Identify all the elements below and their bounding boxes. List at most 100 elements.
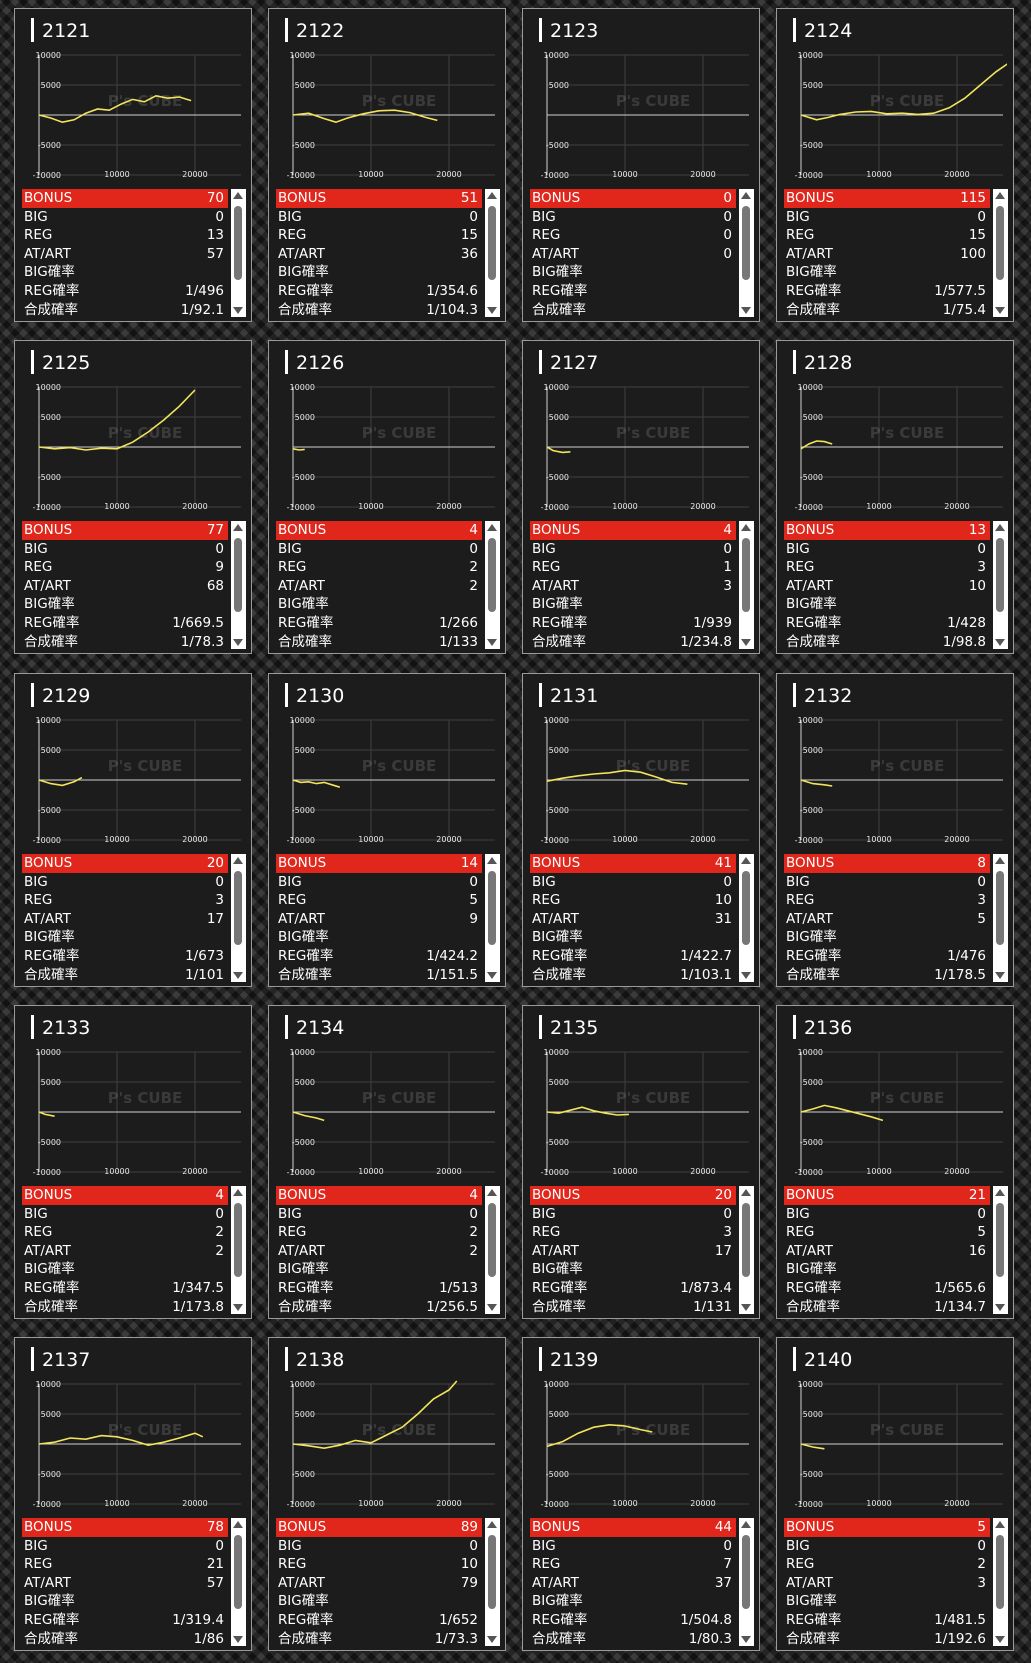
scroll-up-arrow-icon[interactable] — [741, 192, 751, 199]
scroll-up-arrow-icon[interactable] — [233, 524, 243, 531]
machine-card[interactable]: 2135 10000 5000 -5000 -10000 10000 20000 P's CU… — [522, 1005, 760, 1319]
stats-scrollbar[interactable] — [993, 1186, 1008, 1314]
stats-scrollbar[interactable] — [739, 189, 754, 317]
scroll-thumb[interactable] — [488, 1203, 496, 1277]
scroll-down-arrow-icon[interactable] — [233, 1636, 243, 1643]
scroll-thumb[interactable] — [996, 1203, 1004, 1277]
machine-card[interactable]: 2122 10000 5000 -5000 -10000 10000 20000 P's CU… — [268, 8, 506, 322]
machine-card[interactable]: 2128 10000 5000 -5000 -10000 10000 20000 P's CU… — [776, 340, 1014, 654]
scroll-thumb[interactable] — [742, 1535, 750, 1609]
scroll-thumb[interactable] — [234, 1203, 242, 1277]
scroll-thumb[interactable] — [488, 1535, 496, 1609]
scroll-up-arrow-icon[interactable] — [233, 1521, 243, 1528]
stats-scrollbar[interactable] — [739, 1518, 754, 1646]
scroll-thumb[interactable] — [996, 538, 1004, 612]
scroll-thumb[interactable] — [742, 206, 750, 280]
machine-card[interactable]: 2126 10000 5000 -5000 -10000 10000 20000 P's CU… — [268, 340, 506, 654]
scroll-up-arrow-icon[interactable] — [995, 857, 1005, 864]
scroll-down-arrow-icon[interactable] — [233, 1304, 243, 1311]
scroll-down-arrow-icon[interactable] — [995, 1636, 1005, 1643]
scroll-down-arrow-icon[interactable] — [233, 972, 243, 979]
stats-scrollbar[interactable] — [231, 521, 246, 649]
stats-scrollbar[interactable] — [485, 1518, 500, 1646]
scroll-thumb[interactable] — [742, 1203, 750, 1277]
scroll-down-arrow-icon[interactable] — [995, 639, 1005, 646]
machine-card[interactable]: 2127 10000 5000 -5000 -10000 10000 20000 P's CU… — [522, 340, 760, 654]
scroll-up-arrow-icon[interactable] — [995, 524, 1005, 531]
scroll-down-arrow-icon[interactable] — [487, 1304, 497, 1311]
scroll-up-arrow-icon[interactable] — [487, 857, 497, 864]
scroll-up-arrow-icon[interactable] — [233, 1189, 243, 1196]
scroll-thumb[interactable] — [996, 871, 1004, 945]
stats-scrollbar[interactable] — [485, 521, 500, 649]
machine-card[interactable]: 2129 10000 5000 -5000 -10000 10000 20000 P's CU… — [14, 673, 252, 987]
scroll-up-arrow-icon[interactable] — [233, 857, 243, 864]
scroll-down-arrow-icon[interactable] — [741, 1636, 751, 1643]
scroll-up-arrow-icon[interactable] — [487, 1189, 497, 1196]
machine-card[interactable]: 2139 10000 5000 -5000 -10000 10000 20000 P's CU… — [522, 1337, 760, 1651]
machine-card[interactable]: 2133 10000 5000 -5000 -10000 10000 20000 P's CU… — [14, 1005, 252, 1319]
machine-card[interactable]: 2125 10000 5000 -5000 -10000 10000 20000 P's CU… — [14, 340, 252, 654]
scroll-thumb[interactable] — [996, 206, 1004, 280]
machine-card[interactable]: 2132 10000 5000 -5000 -10000 10000 20000 P's CU… — [776, 673, 1014, 987]
stats-scrollbar[interactable] — [739, 854, 754, 982]
scroll-up-arrow-icon[interactable] — [995, 192, 1005, 199]
scroll-thumb[interactable] — [488, 206, 496, 280]
scroll-thumb[interactable] — [488, 538, 496, 612]
stats-scrollbar[interactable] — [993, 189, 1008, 317]
scroll-thumb[interactable] — [234, 1535, 242, 1609]
stats-scrollbar[interactable] — [231, 1518, 246, 1646]
machine-card[interactable]: 2131 10000 5000 -5000 -10000 10000 20000 P's CU… — [522, 673, 760, 987]
stats-scrollbar[interactable] — [231, 1186, 246, 1314]
scroll-down-arrow-icon[interactable] — [741, 307, 751, 314]
scroll-thumb[interactable] — [742, 538, 750, 612]
scroll-up-arrow-icon[interactable] — [741, 1521, 751, 1528]
scroll-up-arrow-icon[interactable] — [487, 524, 497, 531]
machine-card[interactable]: 2136 10000 5000 -5000 -10000 10000 20000 P's CU… — [776, 1005, 1014, 1319]
scroll-up-arrow-icon[interactable] — [741, 857, 751, 864]
stats-scrollbar[interactable] — [231, 854, 246, 982]
machine-card[interactable]: 2130 10000 5000 -5000 -10000 10000 20000 P's CU… — [268, 673, 506, 987]
stats-scrollbar[interactable] — [485, 854, 500, 982]
scroll-up-arrow-icon[interactable] — [741, 1189, 751, 1196]
scroll-down-arrow-icon[interactable] — [487, 307, 497, 314]
machine-card[interactable]: 2140 10000 5000 -5000 -10000 10000 20000 P's CU… — [776, 1337, 1014, 1651]
machine-card[interactable]: 2137 10000 5000 -5000 -10000 10000 20000 P's CU… — [14, 1337, 252, 1651]
machine-card[interactable]: 2134 10000 5000 -5000 -10000 10000 20000 P's CU… — [268, 1005, 506, 1319]
scroll-down-arrow-icon[interactable] — [995, 972, 1005, 979]
scroll-up-arrow-icon[interactable] — [487, 1521, 497, 1528]
machine-card[interactable]: 2123 10000 5000 -5000 -10000 10000 20000 P's CU… — [522, 8, 760, 322]
stats-scrollbar[interactable] — [739, 1186, 754, 1314]
scroll-down-arrow-icon[interactable] — [995, 307, 1005, 314]
scroll-down-arrow-icon[interactable] — [741, 639, 751, 646]
scroll-down-arrow-icon[interactable] — [487, 639, 497, 646]
scroll-thumb[interactable] — [234, 871, 242, 945]
scroll-up-arrow-icon[interactable] — [487, 192, 497, 199]
scroll-down-arrow-icon[interactable] — [741, 1304, 751, 1311]
scroll-up-arrow-icon[interactable] — [741, 524, 751, 531]
scroll-down-arrow-icon[interactable] — [487, 1636, 497, 1643]
machine-card[interactable]: 2124 10000 5000 -5000 -10000 10000 20000 P's CU… — [776, 8, 1014, 322]
machine-card[interactable]: 2121 10000 5000 -5000 -10000 10000 20000 P's CU… — [14, 8, 252, 322]
stats-scrollbar[interactable] — [231, 189, 246, 317]
scroll-down-arrow-icon[interactable] — [995, 1304, 1005, 1311]
stats-scrollbar[interactable] — [485, 1186, 500, 1314]
scroll-down-arrow-icon[interactable] — [741, 972, 751, 979]
stats-scrollbar[interactable] — [993, 854, 1008, 982]
scroll-up-arrow-icon[interactable] — [995, 1521, 1005, 1528]
stats-scrollbar[interactable] — [993, 1518, 1008, 1646]
scroll-down-arrow-icon[interactable] — [233, 307, 243, 314]
scroll-down-arrow-icon[interactable] — [487, 972, 497, 979]
scroll-thumb[interactable] — [234, 538, 242, 612]
scroll-thumb[interactable] — [742, 871, 750, 945]
scroll-down-arrow-icon[interactable] — [233, 639, 243, 646]
stats-scrollbar[interactable] — [485, 189, 500, 317]
machine-card[interactable]: 2138 10000 5000 -5000 -10000 10000 20000 P's CU… — [268, 1337, 506, 1651]
scroll-up-arrow-icon[interactable] — [995, 1189, 1005, 1196]
stats-scrollbar[interactable] — [739, 521, 754, 649]
scroll-thumb[interactable] — [488, 871, 496, 945]
scroll-up-arrow-icon[interactable] — [233, 192, 243, 199]
stats-scrollbar[interactable] — [993, 521, 1008, 649]
scroll-thumb[interactable] — [996, 1535, 1004, 1609]
scroll-thumb[interactable] — [234, 206, 242, 280]
